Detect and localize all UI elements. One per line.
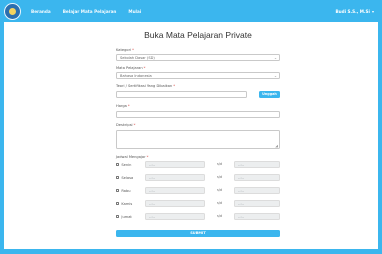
day-row-rabu: Rabu — [116, 187, 131, 194]
time-end-selasa[interactable]: --:-- — [234, 174, 280, 181]
sertifikat-label: Teori / Sertifikasi Yang Dibaikan* — [116, 84, 175, 88]
day-label: Kamis — [121, 201, 133, 206]
kategori-select[interactable]: Sekolah Dasar (SD) ⌄ — [116, 54, 280, 61]
time-start-rabu[interactable]: --:-- — [145, 187, 205, 194]
checkbox-rabu[interactable] — [116, 188, 120, 193]
mapel-select[interactable]: Bahasa Indonesia ⌄ — [116, 72, 280, 79]
time-end-senin[interactable]: --:-- — [234, 161, 280, 168]
user-name: Budi S.S., M.Si — [335, 8, 370, 14]
chevron-down-icon: ⌄ — [273, 56, 277, 60]
logo-icon[interactable] — [4, 2, 21, 20]
harga-input[interactable] — [116, 111, 280, 118]
mapel-value: Bahasa Indonesia — [120, 74, 152, 78]
nav-link-beranda[interactable]: Beranda — [31, 9, 51, 14]
kategori-label: Kategori* — [116, 48, 134, 52]
day-label: Rabu — [121, 188, 131, 193]
time-separator: s/d — [217, 201, 223, 205]
top-navbar: Beranda Belajar Mata Pelajaran Mulai Bud… — [0, 0, 382, 22]
time-start-jumat[interactable]: --:-- — [145, 213, 205, 220]
time-separator: s/d — [217, 162, 223, 166]
time-start-kamis[interactable]: --:-- — [145, 200, 205, 207]
day-label: Selasa — [121, 175, 134, 180]
day-row-jumat: Jumat — [116, 213, 132, 220]
time-end-rabu[interactable]: --:-- — [234, 187, 280, 194]
jadwal-label: Jadwal Mengajar* — [116, 155, 149, 159]
day-row-selasa: Selasa — [116, 174, 133, 181]
day-label: Senin — [121, 162, 132, 167]
checkbox-kamis[interactable] — [116, 201, 120, 206]
kategori-value: Sekolah Dasar (SD) — [120, 56, 155, 60]
upload-button[interactable]: Unggah — [259, 91, 280, 98]
page-title: Buka Mata Pelajaran Private — [144, 30, 252, 40]
time-separator: s/d — [217, 188, 223, 192]
time-end-kamis[interactable]: --:-- — [234, 200, 280, 207]
time-start-senin[interactable]: --:-- — [145, 161, 205, 168]
time-separator: s/d — [217, 175, 223, 179]
time-end-jumat[interactable]: --:-- — [234, 213, 280, 220]
deskripsi-label: Deskripsi* — [116, 123, 136, 127]
chevron-down-icon: ⌄ — [273, 74, 277, 78]
nav-link-mulai[interactable]: Mulai — [128, 9, 141, 14]
resize-handle-icon[interactable]: ◢ — [275, 144, 278, 148]
user-menu[interactable]: Budi S.S., M.Si ▾ — [335, 9, 374, 14]
sertifikat-file-input[interactable] — [116, 91, 247, 98]
day-row-kamis: Kamis — [116, 200, 132, 207]
time-separator: s/d — [217, 214, 223, 218]
checkbox-selasa[interactable] — [116, 175, 120, 180]
submit-button[interactable]: SUBMIT — [116, 230, 280, 237]
main-panel: Buka Mata Pelajaran Private Kategori* Se… — [4, 22, 378, 249]
time-start-selasa[interactable]: --:-- — [145, 174, 205, 181]
checkbox-senin[interactable] — [116, 162, 120, 167]
mapel-label: Mata Pelajaran* — [116, 66, 146, 70]
day-label: Jumat — [121, 214, 132, 219]
chevron-down-icon: ▾ — [371, 8, 374, 14]
footer-bar — [0, 249, 382, 254]
day-row-senin: Senin — [116, 161, 131, 168]
harga-label: Harga* — [116, 104, 130, 108]
deskripsi-textarea[interactable]: ◢ — [116, 130, 280, 149]
checkbox-jumat[interactable] — [116, 214, 120, 219]
nav-link-belajar[interactable]: Belajar Mata Pelajaran — [63, 9, 117, 14]
